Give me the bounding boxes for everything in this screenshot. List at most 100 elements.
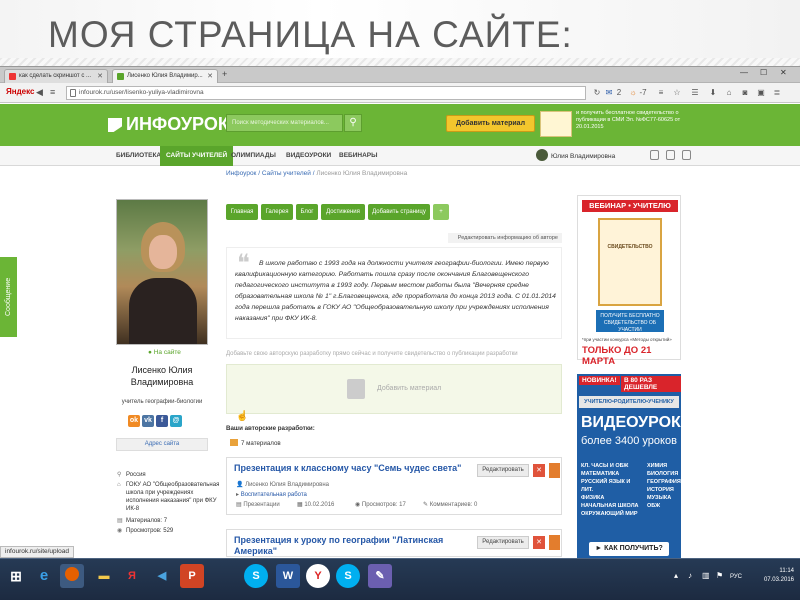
clock-time: 11:14 xyxy=(779,568,794,574)
location-icon: ⚲ xyxy=(117,472,122,478)
word-icon[interactable]: W xyxy=(276,564,300,588)
free-certificate-button[interactable]: ПОЛУЧИТЕ БЕСПЛАТНО СВИДЕТЕЛЬСТВО ОБ УЧАС… xyxy=(596,310,664,333)
flag-icon[interactable]: ⚑ xyxy=(716,571,726,581)
maximize-icon[interactable]: ☐ xyxy=(760,68,767,77)
edit-button[interactable]: Редактировать xyxy=(477,464,529,477)
menu-item-olympiads[interactable]: ОЛИМПИАДЫ xyxy=(225,146,282,166)
status-url: infourok.ru/site/upload xyxy=(0,546,74,558)
menu-item-library[interactable]: БИБЛИОТЕКА xyxy=(110,146,167,166)
tab-achievements[interactable]: Достижения xyxy=(321,204,365,220)
media-icon[interactable]: ◀ xyxy=(150,564,174,588)
clock-date: 07.03.2016 xyxy=(763,577,794,583)
forward-icon[interactable]: ≡ xyxy=(50,87,55,97)
edit-author-link[interactable]: Редактировать информацию об авторе xyxy=(448,233,562,243)
add-material-button[interactable]: Добавить материал xyxy=(446,115,535,132)
odnoklassniki-icon[interactable]: ok xyxy=(128,415,140,427)
messages-icon[interactable] xyxy=(650,150,659,160)
download-icon[interactable]: ⬇ xyxy=(708,88,718,98)
breadcrumb-home[interactable]: Инфоурок xyxy=(226,170,256,177)
slide-divider xyxy=(0,58,800,66)
menu-icon[interactable]: ≡ xyxy=(656,88,666,98)
tab-blog[interactable]: Блог xyxy=(296,204,318,220)
user-menu[interactable]: Юлия Владимировна xyxy=(536,149,615,164)
edit-button[interactable]: Редактировать xyxy=(477,536,529,549)
mail-icon[interactable]: ✉ xyxy=(604,88,614,98)
tab-main[interactable]: Главная xyxy=(226,204,258,220)
volume-icon[interactable]: ♪ xyxy=(688,571,698,581)
browser-tab-2[interactable]: Лисенко Юлия Владимир... ✕ xyxy=(112,69,218,83)
site-address-button[interactable]: Адрес сайта xyxy=(116,438,208,451)
clock[interactable]: 11:14 07.03.2016 xyxy=(764,567,794,585)
minimize-icon[interactable]: — xyxy=(740,68,748,77)
message-side-tab[interactable]: Сообщение xyxy=(0,257,17,337)
menu-item-webinars[interactable]: ВЕБИНАРЫ xyxy=(333,146,383,166)
pocket-icon[interactable]: ◙ xyxy=(740,88,750,98)
extension-icon[interactable]: ▣ xyxy=(756,88,766,98)
address-bar[interactable]: infourok.ru/user/lisenko-yuliya-vladimir… xyxy=(66,86,586,100)
back-icon[interactable]: ◀ xyxy=(36,87,43,98)
powerpoint-icon[interactable]: P xyxy=(180,564,204,588)
breadcrumb-section[interactable]: Сайты учителей xyxy=(262,170,311,177)
add-tab-button[interactable]: + xyxy=(433,204,449,220)
videolessons-ad[interactable]: НОВИНКА! В 80 РАЗ ДЕШЕВЛЕ УЧИТЕЛЮ•РОДИТЕ… xyxy=(577,374,681,560)
paint-icon[interactable]: ✎ xyxy=(368,564,392,588)
close-tab-icon[interactable]: ✕ xyxy=(97,70,103,83)
delete-icon[interactable]: ✕ xyxy=(533,536,545,549)
tab-gallery[interactable]: Галерея xyxy=(261,204,293,220)
internet-explorer-icon[interactable]: e xyxy=(32,564,56,588)
refresh-icon[interactable]: ↻ xyxy=(592,88,602,98)
skype-icon[interactable]: S xyxy=(336,564,360,588)
hamburger-icon[interactable]: ≣ xyxy=(772,88,782,98)
work-title[interactable]: Презентация к классному часу "Семь чудес… xyxy=(234,463,461,474)
yandex-icon[interactable]: Y xyxy=(306,564,330,588)
work-title[interactable]: Презентация к уроку по географии "Латинс… xyxy=(234,535,464,557)
materials-icon: ▤ xyxy=(117,518,123,524)
facebook-icon[interactable]: f xyxy=(156,415,168,427)
language-indicator[interactable]: РУС xyxy=(730,574,742,580)
webinar-ad[interactable]: ВЕБИНАР • УЧИТЕЛЮ СВИДЕТЕЛЬСТВО ПОЛУЧИТЕ… xyxy=(577,195,681,367)
close-tab-icon[interactable]: ✕ xyxy=(207,70,213,83)
browser-tab-bar: как сделать скриншот с ... ✕ Лисенко Юли… xyxy=(0,67,800,83)
subject-item: НАЧАЛЬНАЯ ШКОЛА xyxy=(581,503,639,509)
document-icon[interactable] xyxy=(549,535,560,550)
infourok-logo[interactable]: ИНФОУРОК xyxy=(108,114,229,136)
weather-icon[interactable]: ☼ xyxy=(628,88,638,98)
search-input[interactable]: Поиск методических материалов... xyxy=(226,114,343,132)
reading-list-icon[interactable]: ☰ xyxy=(690,88,700,98)
tray-arrow-icon[interactable]: ▴ xyxy=(674,571,684,581)
bookmark-icon[interactable]: ☆ xyxy=(672,88,682,98)
work-category[interactable]: Воспитательная работа xyxy=(241,492,307,498)
email-icon[interactable]: @ xyxy=(170,415,182,427)
notifications-icon[interactable] xyxy=(666,150,675,160)
how-to-get-button[interactable]: ► КАК ПОЛУЧИТЬ? xyxy=(589,542,669,556)
delete-icon[interactable]: ✕ xyxy=(533,464,545,477)
menu-item-videolessons[interactable]: ВИДЕОУРОКИ xyxy=(280,146,337,166)
firefox-icon[interactable] xyxy=(60,564,84,588)
document-icon[interactable] xyxy=(549,463,560,478)
vk-icon[interactable]: vk xyxy=(142,415,154,427)
tab-label: Лисенко Юлия Владимир... xyxy=(127,73,203,79)
tab-label: как сделать скриншот с ... xyxy=(19,73,91,79)
upload-material-box[interactable]: Добавить материал xyxy=(226,364,562,414)
skype-icon[interactable]: S xyxy=(244,564,268,588)
main-menu: БИБЛИОТЕКА САЙТЫ УЧИТЕЛЕЙ ОЛИМПИАДЫ ВИДЕ… xyxy=(0,146,800,166)
yandex-browser-icon[interactable]: Я xyxy=(120,564,144,588)
profile-country: Россия xyxy=(126,472,146,478)
yandex-logo[interactable]: Яндекс xyxy=(6,87,34,96)
file-explorer-icon[interactable]: ▬ xyxy=(92,564,116,588)
work-author: Лисенко Юлия Владимировна xyxy=(245,482,330,488)
start-icon[interactable]: ⊞ xyxy=(4,564,28,588)
browser-tab-1[interactable]: как сделать скриншот с ... ✕ xyxy=(4,69,108,83)
system-tray: ▴ ♪ ▥ ⚑ РУС 11:14 07.03.2016 xyxy=(674,565,794,595)
lock-icon xyxy=(70,89,76,97)
home-icon[interactable]: ⌂ xyxy=(724,88,734,98)
search-icon[interactable]: ⚲ xyxy=(344,114,362,132)
upload-label: Добавить материал xyxy=(377,385,442,392)
network-icon[interactable]: ▥ xyxy=(702,571,712,581)
tab-add-page[interactable]: Добавить страницу xyxy=(368,204,430,220)
new-tab-icon[interactable]: + xyxy=(222,69,227,79)
close-window-icon[interactable]: ✕ xyxy=(780,68,787,77)
menu-item-teacher-sites[interactable]: САЙТЫ УЧИТЕЛЕЙ xyxy=(160,146,234,166)
settings-icon[interactable] xyxy=(682,150,691,160)
subject-item: ХИМИЯ xyxy=(647,463,668,469)
